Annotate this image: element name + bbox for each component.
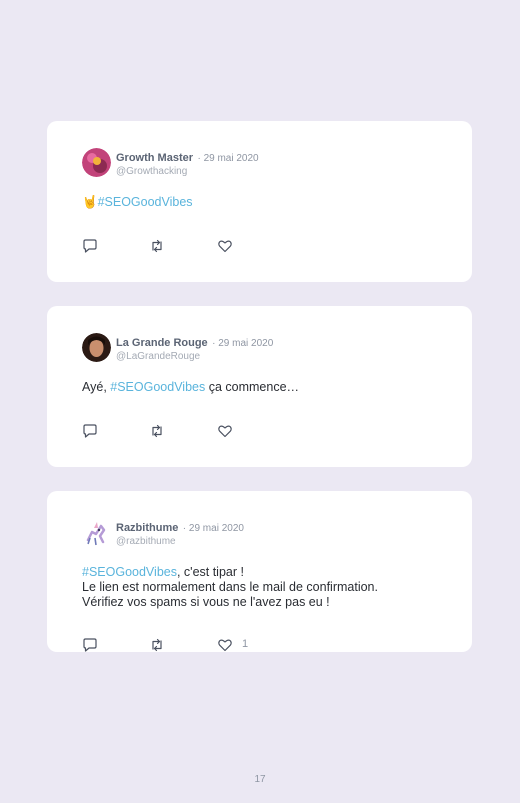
like-icon[interactable] — [217, 423, 233, 439]
like-icon[interactable] — [217, 238, 233, 254]
author-name[interactable]: Razbithume — [116, 522, 178, 534]
author-name[interactable]: Growth Master — [116, 152, 193, 164]
retweet-icon[interactable] — [149, 238, 165, 254]
retweet-icon[interactable] — [149, 637, 165, 653]
tweet-date: · 29 mai 2020 — [197, 153, 259, 164]
tweet-date: · 29 mai 2020 — [212, 338, 274, 349]
text-segment: Ayé, — [82, 380, 111, 394]
avatar[interactable] — [82, 518, 111, 547]
tweet-text: 🤘#SEOGoodVibes — [82, 195, 193, 210]
reply-icon[interactable] — [82, 637, 98, 653]
tweet-text: #SEOGoodVibes, c'est tipar ! Le lien est… — [82, 565, 378, 610]
like-icon[interactable] — [217, 637, 233, 653]
tweet-card: La Grande Rouge · 29 mai 2020 @LaGrandeR… — [47, 306, 472, 467]
tweet-text: Ayé, #SEOGoodVibes ça commence… — [82, 380, 299, 395]
avatar[interactable] — [82, 148, 111, 177]
tweet-line: Vérifiez vos spams si vous ne l'avez pas… — [82, 595, 330, 609]
retweet-icon[interactable] — [149, 423, 165, 439]
tweet-card: Growth Master · 29 mai 2020 @Growthackin… — [47, 121, 472, 282]
emoji: 🤘 — [82, 195, 98, 209]
author-handle[interactable]: @LaGrandeRouge — [116, 350, 273, 363]
text-segment: , c'est tipar ! — [176, 565, 244, 579]
avatar[interactable] — [82, 333, 111, 362]
page-number: 17 — [254, 774, 266, 785]
like-count: 1 — [242, 638, 249, 650]
reply-icon[interactable] — [82, 238, 98, 254]
tweet-card: Razbithume · 29 mai 2020 @razbithume #SE… — [47, 491, 472, 652]
hashtag-link[interactable]: #SEOGoodVibes — [98, 195, 193, 209]
tweet-date: · 29 mai 2020 — [182, 523, 244, 534]
author-name[interactable]: La Grande Rouge — [116, 337, 208, 349]
tweet-line: #SEOGoodVibes, c'est tipar ! — [82, 565, 378, 580]
hashtag-link[interactable]: #SEOGoodVibes — [110, 380, 205, 394]
tweet-line: Le lien est normalement dans le mail de … — [82, 580, 378, 594]
text-segment: ça commence… — [205, 380, 300, 394]
reply-icon[interactable] — [82, 423, 98, 439]
author-handle[interactable]: @Growthacking — [116, 165, 259, 178]
hashtag-link[interactable]: #SEOGoodVibes — [82, 565, 177, 579]
author-handle[interactable]: @razbithume — [116, 535, 244, 548]
